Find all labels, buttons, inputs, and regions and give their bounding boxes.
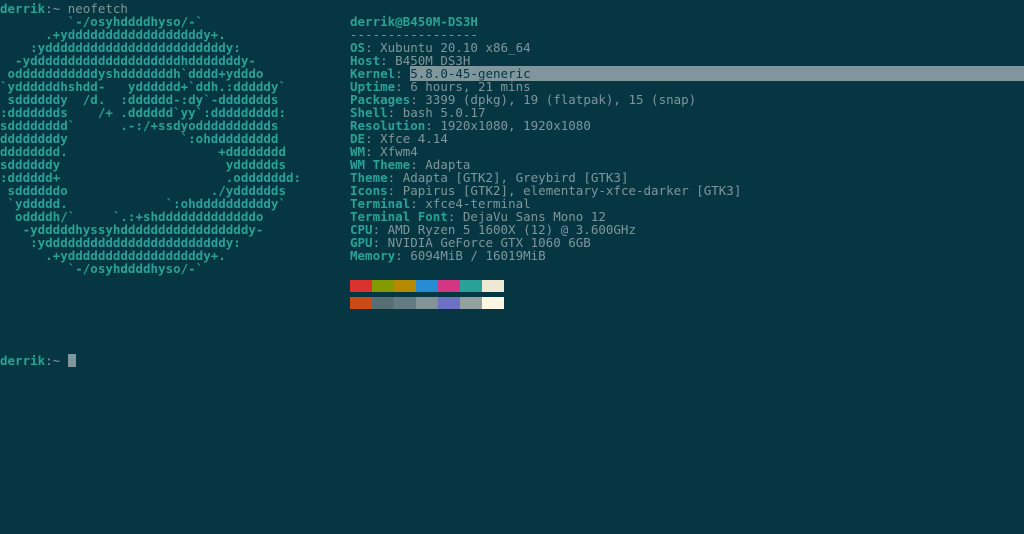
color-swatch — [438, 280, 460, 292]
color-swatch — [416, 280, 438, 292]
field-value: 1920x1080, 1920x1080 — [440, 118, 591, 133]
color-swatch — [416, 297, 438, 309]
field-sep: : — [395, 248, 410, 263]
field-value: 6094MiB / 16019MiB — [410, 248, 545, 263]
terminal-output[interactable]: derrik:~ neofetch `-/osyhddddhyso/-`derr… — [0, 0, 1024, 367]
color-swatch — [350, 280, 372, 292]
color-swatch-row — [350, 297, 1024, 309]
ascii-logo-line: `-/osyhddddhyso/-` — [0, 262, 350, 275]
color-swatch — [350, 297, 372, 309]
color-swatch — [438, 297, 460, 309]
color-swatch-row — [350, 280, 1024, 292]
color-swatch — [482, 280, 504, 292]
color-swatch — [460, 280, 482, 292]
prompt-sep: :~ — [45, 353, 68, 368]
color-swatch — [460, 297, 482, 309]
color-swatch — [372, 297, 394, 309]
cursor[interactable] — [68, 354, 76, 367]
color-swatch — [394, 280, 416, 292]
color-swatch — [394, 297, 416, 309]
selection-highlight — [531, 66, 1024, 81]
color-swatch — [372, 280, 394, 292]
color-swatch — [482, 297, 504, 309]
prompt-user: derrik — [0, 353, 45, 368]
field-label: Memory — [350, 248, 395, 263]
